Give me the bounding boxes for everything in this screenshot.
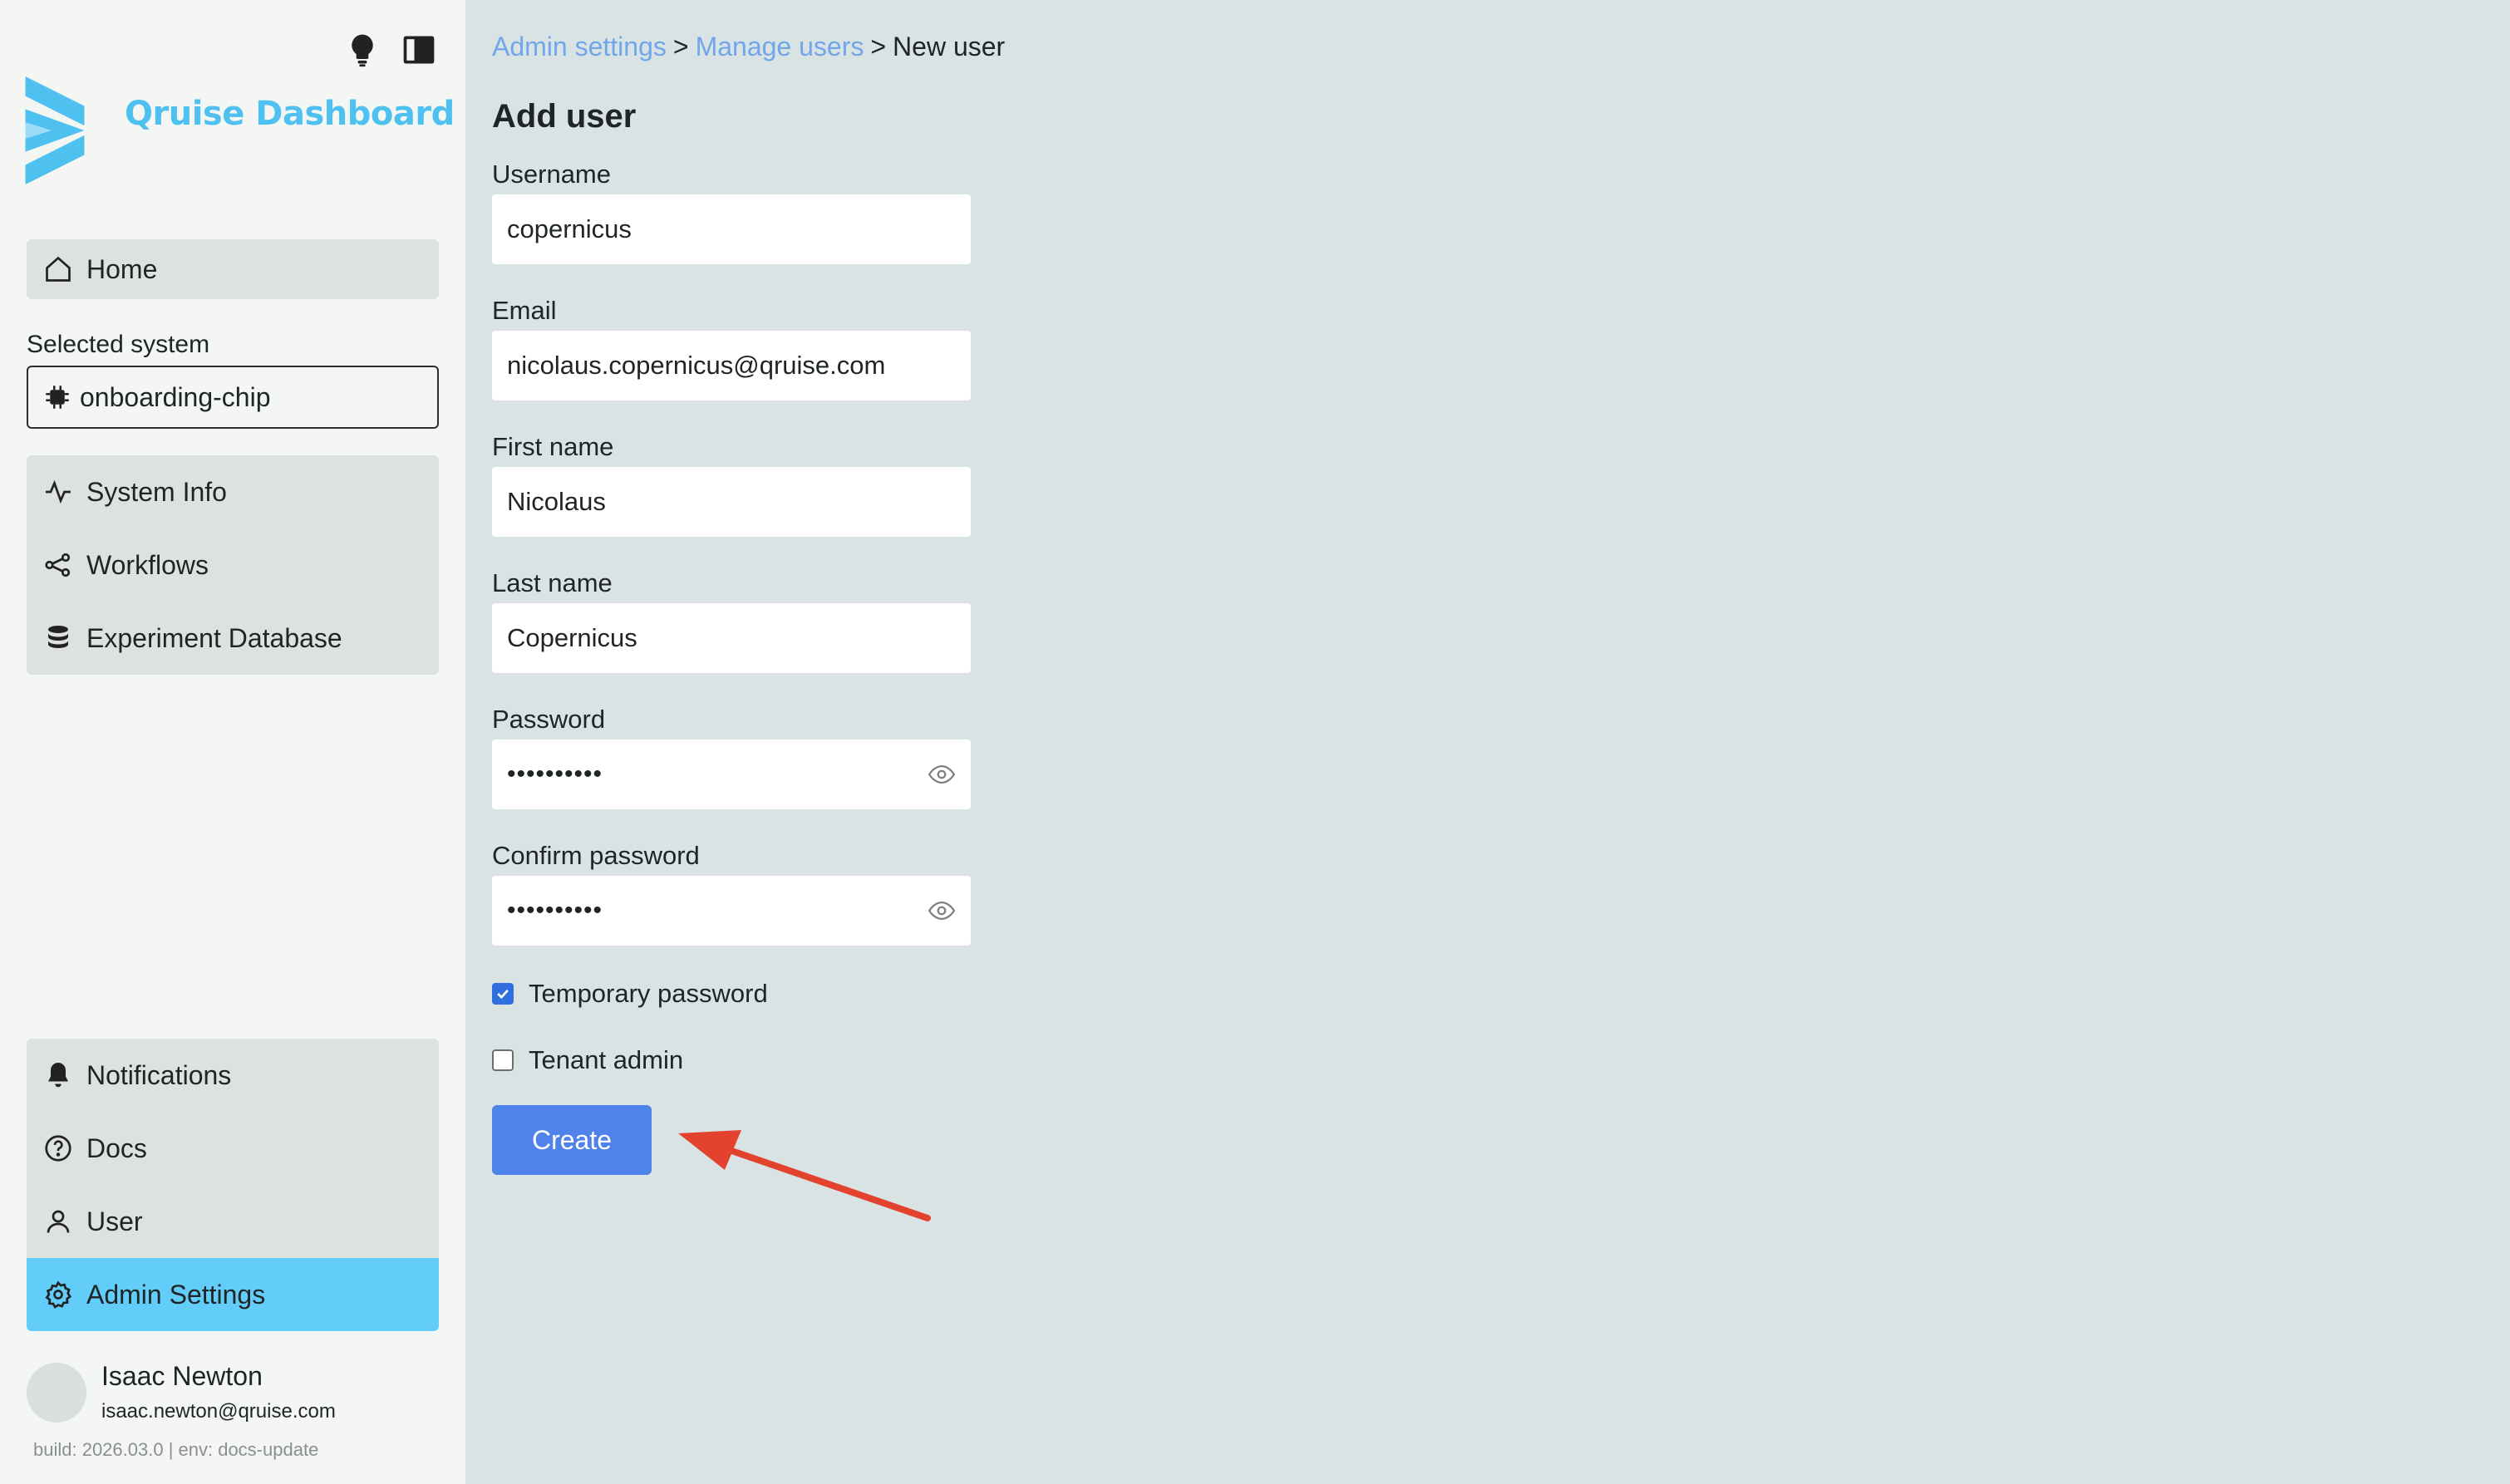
app-title: Qruise Dashboard xyxy=(125,95,455,133)
sidebar-item-home[interactable]: Home xyxy=(27,239,439,299)
annotation-arrow-icon xyxy=(678,1130,931,1221)
tenant-admin-checkbox[interactable] xyxy=(492,1049,514,1071)
user-name: Isaac Newton xyxy=(101,1361,263,1391)
password-field[interactable]: •••••••••• xyxy=(492,740,971,809)
sidebar-item-label: Home xyxy=(86,253,158,284)
last-name-label: Last name xyxy=(492,568,613,597)
app-logo[interactable]: Qruise Dashboard xyxy=(25,76,455,184)
sidebar-item-workflows[interactable]: Workflows xyxy=(27,528,439,602)
first-name-label: First name xyxy=(492,432,614,461)
database-icon xyxy=(48,626,68,648)
sidebar-toggle-icon[interactable] xyxy=(401,32,437,68)
checkmark-icon xyxy=(497,989,509,1000)
confirm-password-field[interactable]: •••••••••• xyxy=(492,876,971,946)
first-name-field[interactable]: Nicolaus xyxy=(492,467,971,537)
sidebar-item-label: Admin Settings xyxy=(86,1279,266,1310)
sidebar-item-system-info[interactable]: System Info xyxy=(27,455,439,528)
last-name-field[interactable]: Copernicus xyxy=(492,603,971,673)
email-value: nicolaus.copernicus@qruise.com xyxy=(507,351,886,380)
home-nav: Home xyxy=(27,239,439,299)
bottom-nav: Notifications Docs User Admin Settings xyxy=(27,1039,439,1331)
password-label: Password xyxy=(492,705,606,734)
breadcrumb-manage-users[interactable]: Manage users xyxy=(696,32,864,61)
username-label: Username xyxy=(492,160,611,189)
confirm-password-label: Confirm password xyxy=(492,841,700,870)
selected-system-value: onboarding-chip xyxy=(80,381,271,412)
sidebar-top-icons xyxy=(344,32,437,68)
build-info: build: 2026.03.0 | env: docs-update xyxy=(33,1439,319,1460)
page-title: Add user xyxy=(492,98,637,135)
sidebar: Qruise Dashboard Home Selected system on… xyxy=(0,0,465,1484)
tenant-admin-label: Tenant admin xyxy=(529,1045,684,1074)
breadcrumb-separator: > xyxy=(870,32,887,61)
user-email: isaac.newton@qruise.com xyxy=(101,1400,336,1423)
workflow-icon xyxy=(45,553,71,577)
sidebar-item-docs[interactable]: Docs xyxy=(27,1112,439,1185)
sidebar-item-label: Workflows xyxy=(86,549,209,580)
bell-icon xyxy=(48,1063,68,1088)
sidebar-item-user[interactable]: User xyxy=(27,1185,439,1258)
sidebar-item-admin-settings[interactable]: Admin Settings xyxy=(27,1258,439,1331)
sidebar-item-label: Notifications xyxy=(86,1059,232,1090)
user-icon xyxy=(47,1210,70,1233)
create-button[interactable]: Create xyxy=(492,1105,652,1175)
sidebar-item-label: System Info xyxy=(86,476,227,507)
temporary-password-checkbox[interactable] xyxy=(492,983,514,1005)
password-value: •••••••••• xyxy=(507,760,603,788)
last-name-value: Copernicus xyxy=(507,623,637,652)
breadcrumb-admin-settings[interactable]: Admin settings xyxy=(492,32,667,61)
temporary-password-label: Temporary password xyxy=(529,979,768,1008)
eye-icon[interactable] xyxy=(928,897,956,925)
home-icon xyxy=(46,256,71,282)
first-name-value: Nicolaus xyxy=(507,487,606,516)
breadcrumb-separator: > xyxy=(672,32,689,61)
email-field[interactable]: nicolaus.copernicus@qruise.com xyxy=(492,331,971,400)
sidebar-item-label: Docs xyxy=(86,1133,147,1163)
confirm-password-value: •••••••••• xyxy=(507,897,603,924)
avatar xyxy=(27,1362,86,1423)
help-circle-icon xyxy=(45,1135,71,1162)
sidebar-item-label: Experiment Database xyxy=(86,622,342,653)
system-selector[interactable]: onboarding-chip xyxy=(27,366,439,429)
chip-icon xyxy=(46,386,69,409)
lightbulb-icon[interactable] xyxy=(344,32,381,68)
sidebar-item-experiment-database[interactable]: Experiment Database xyxy=(27,602,439,675)
selected-system-label: Selected system xyxy=(27,331,210,358)
breadcrumb-current: New user xyxy=(893,32,1006,61)
username-value: copernicus xyxy=(507,214,632,243)
gear-icon xyxy=(45,1280,72,1309)
tenant-admin-option[interactable]: Tenant admin xyxy=(492,1045,683,1075)
system-nav: System Info Workflows Experiment Databas… xyxy=(27,455,439,675)
temporary-password-option[interactable]: Temporary password xyxy=(492,979,768,1009)
sidebar-item-notifications[interactable]: Notifications xyxy=(27,1039,439,1112)
current-user[interactable]: Isaac Newton isaac.newton@qruise.com xyxy=(27,1361,336,1423)
qruise-logo-icon xyxy=(25,76,85,184)
username-field[interactable]: copernicus xyxy=(492,194,971,264)
activity-icon xyxy=(46,479,71,504)
eye-icon[interactable] xyxy=(928,760,956,789)
breadcrumb: Admin settings > Manage users > New user xyxy=(492,32,1005,62)
email-label: Email xyxy=(492,296,557,325)
sidebar-item-label: User xyxy=(86,1206,143,1236)
